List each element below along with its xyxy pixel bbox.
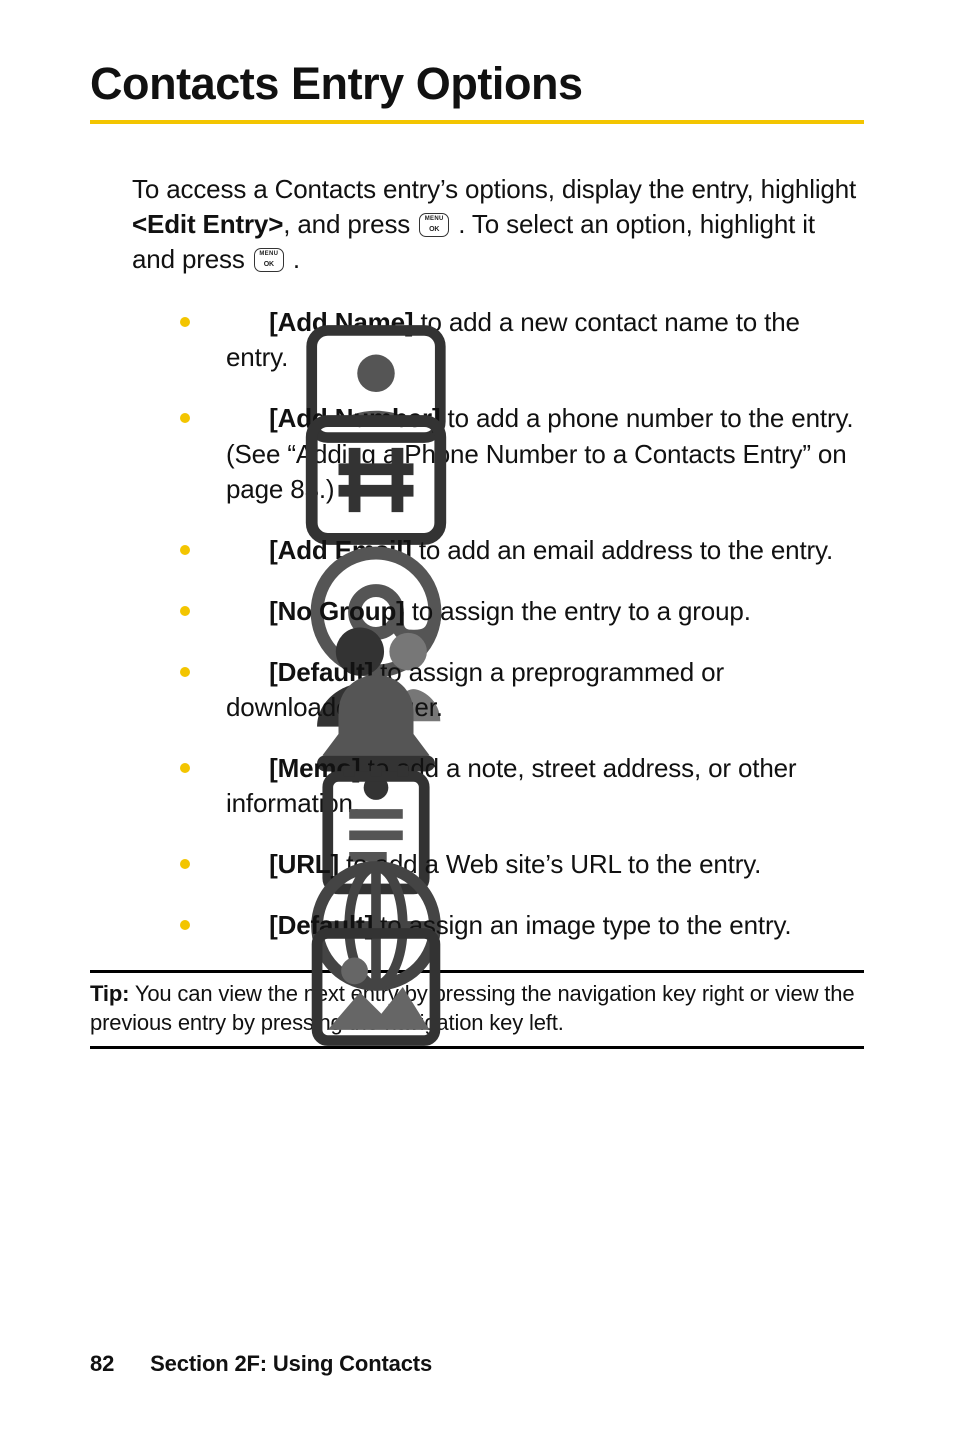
memo-pad-icon (226, 755, 254, 783)
option-item: [URL] to add a Web site’s URL to the ent… (180, 847, 864, 882)
options-list: [Add Name] to add a new contact name to … (90, 305, 864, 943)
page-number: 82 (90, 1351, 114, 1376)
intro-text-pre: To access a Contacts entry’s options, di… (132, 174, 856, 204)
group-silhouette-icon (226, 598, 254, 626)
section-label: Section 2F: Using Contacts (150, 1351, 432, 1376)
option-item: [Default] to assign a preprogrammed or d… (180, 655, 864, 725)
edit-entry-label: <Edit Entry> (132, 209, 283, 239)
option-item: [Default] to assign an image type to the… (180, 908, 864, 943)
globe-icon (226, 851, 254, 879)
page-title: Contacts Entry Options (90, 58, 864, 110)
hash-pad-icon (226, 405, 254, 433)
contact-card-icon (226, 309, 254, 337)
intro-text-mid1: , and press (283, 209, 417, 239)
menu-ok-key-icon (254, 248, 284, 272)
picture-frame-icon (226, 912, 254, 940)
option-item: [Memo] to add a note, street address, or… (180, 751, 864, 821)
option-item: [Add Email] to add an email address to t… (180, 533, 864, 568)
page-footer: 82 Section 2F: Using Contacts (90, 1351, 432, 1377)
at-sign-icon (226, 537, 254, 565)
option-item: [Add Name] to add a new contact name to … (180, 305, 864, 375)
option-item: [Add Number] to add a phone number to th… (180, 401, 864, 506)
option-item: [No Group] to assign the entry to a grou… (180, 594, 864, 629)
bell-icon (226, 659, 254, 687)
tip-label: Tip: (90, 981, 129, 1006)
menu-ok-key-icon (419, 213, 449, 237)
title-underline (90, 120, 864, 124)
intro-paragraph: To access a Contacts entry’s options, di… (132, 172, 864, 277)
intro-text-end: . (286, 244, 300, 274)
